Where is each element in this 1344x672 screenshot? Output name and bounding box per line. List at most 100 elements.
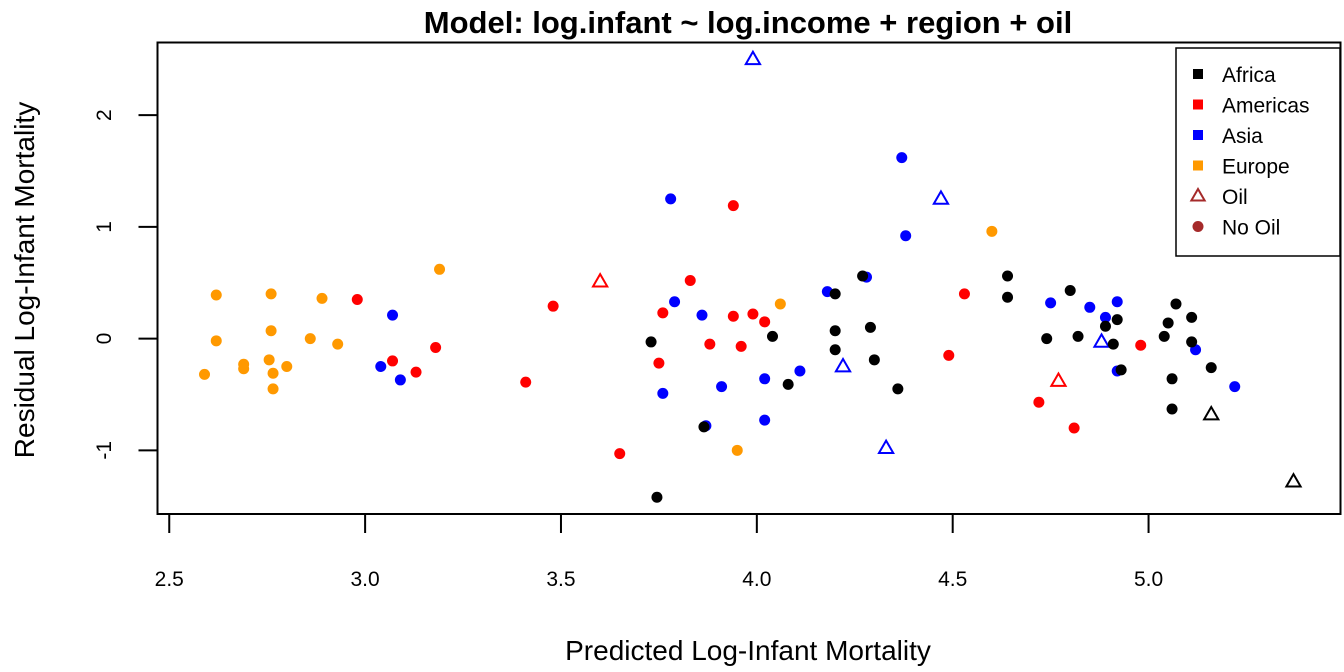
data-point-europe (316, 292, 328, 304)
chart-title: Model: log.infant ~ log.income + region … (424, 5, 1072, 40)
data-point-africa (864, 321, 876, 333)
data-point-americas (958, 288, 970, 300)
x-tick-label: 4.5 (938, 568, 967, 591)
data-point-africa (829, 344, 841, 356)
data-point-asia (1084, 301, 1096, 313)
data-point-africa (1072, 330, 1084, 342)
data-point-americas (351, 293, 363, 305)
data-point-africa (1107, 338, 1119, 350)
data-point-asia (716, 381, 728, 393)
data-point-americas (410, 366, 422, 378)
scatter-chart: Model: log.infant ~ log.income + region … (9, 5, 1342, 666)
data-point-asia (900, 230, 912, 242)
data-point-europe (434, 263, 446, 275)
y-tick-label: 2 (93, 109, 116, 121)
legend-square-icon (1193, 130, 1203, 140)
x-tick-label: 3.0 (351, 568, 380, 591)
x-axis-label: Predicted Log-Infant Mortality (565, 635, 931, 666)
data-point-africa (1166, 373, 1178, 385)
x-axis: 2.5 3.0 3.5 4.0 4.5 5.0 (155, 513, 1163, 591)
data-point-americas (387, 355, 399, 367)
data-point-africa (1111, 314, 1123, 326)
data-point-americas (520, 376, 532, 388)
y-tick-label: 1 (93, 221, 116, 233)
data-point-africa (892, 383, 904, 395)
data-point-africa (829, 325, 841, 337)
data-point-oil-asia (744, 49, 762, 66)
data-point-asia (1229, 381, 1241, 393)
data-points (199, 49, 1303, 503)
data-point-asia (375, 361, 387, 373)
data-point-americas (747, 308, 759, 320)
data-point-americas (547, 300, 559, 312)
data-point-africa (1166, 403, 1178, 415)
data-point-americas (704, 338, 716, 350)
x-tick-label: 3.5 (546, 568, 575, 591)
data-point-europe (263, 354, 275, 366)
data-point-europe (199, 368, 211, 380)
data-point-americas (653, 357, 665, 369)
data-point-europe (210, 335, 222, 347)
data-point-europe (774, 298, 786, 310)
data-point-americas (657, 307, 669, 319)
data-point-europe (210, 289, 222, 301)
data-point-africa (651, 491, 663, 503)
data-point-africa (1158, 330, 1170, 342)
data-point-asia (759, 414, 771, 426)
data-point-americas (727, 310, 739, 322)
x-tick-label: 4.0 (742, 568, 771, 591)
data-point-africa (1002, 291, 1014, 303)
data-point-africa (1002, 270, 1014, 282)
data-point-asia (759, 373, 771, 385)
data-point-europe (265, 325, 277, 337)
data-point-europe (267, 367, 279, 379)
data-point-africa (1115, 364, 1127, 376)
data-point-asia (1045, 297, 1057, 309)
data-point-europe (731, 444, 743, 456)
data-point-africa (782, 378, 794, 390)
data-point-oil-americas (591, 272, 610, 288)
data-point-africa (1186, 311, 1198, 323)
data-point-americas (1033, 396, 1045, 408)
data-point-americas (430, 342, 442, 354)
data-point-asia (394, 374, 406, 386)
data-point-americas (684, 274, 696, 286)
data-point-americas (614, 448, 626, 460)
legend-label: Oil (1222, 186, 1248, 209)
data-point-americas (759, 316, 771, 328)
data-point-americas (735, 340, 747, 352)
data-point-africa (698, 421, 710, 433)
legend-label: Americas (1222, 95, 1310, 118)
data-point-asia (896, 152, 908, 164)
data-point-asia (387, 309, 399, 321)
data-point-oil-asia (834, 357, 852, 373)
data-point-asia (669, 296, 681, 308)
data-point-oil-asia (932, 189, 950, 205)
data-point-oil-africa (1284, 472, 1303, 488)
data-point-oil-americas (1049, 371, 1068, 387)
data-point-africa (1099, 320, 1111, 332)
legend-square-icon (1193, 69, 1203, 79)
data-point-oil-asia (1092, 332, 1111, 348)
legend-label: Asia (1222, 125, 1263, 148)
data-point-europe (265, 288, 277, 300)
data-point-europe (332, 338, 344, 350)
legend-square-icon (1193, 99, 1203, 110)
data-point-europe (238, 363, 250, 375)
data-point-asia (1111, 296, 1123, 308)
data-point-africa (857, 270, 869, 282)
data-point-asia (794, 365, 806, 377)
legend-square-icon (1193, 160, 1203, 171)
data-point-africa (1041, 333, 1053, 345)
data-point-europe (281, 361, 293, 373)
x-tick-label: 2.5 (155, 568, 184, 591)
data-point-europe (267, 383, 279, 395)
data-point-oil-africa (1202, 405, 1221, 421)
data-point-africa (829, 288, 841, 300)
data-point-africa (1162, 317, 1174, 329)
legend-circle-icon (1192, 221, 1204, 232)
data-point-americas (727, 200, 739, 212)
data-point-africa (767, 330, 779, 342)
legend: Africa Americas Asia Europe Oil No Oil (1175, 47, 1341, 257)
data-point-americas (1135, 339, 1147, 351)
